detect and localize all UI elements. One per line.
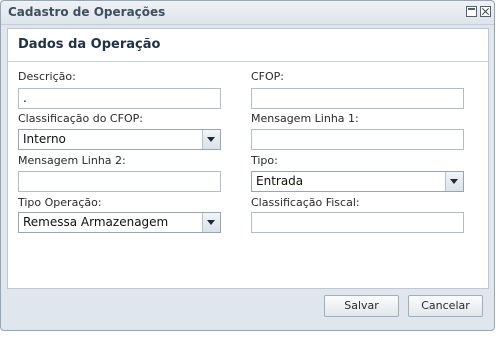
cfop-label: CFOP: <box>251 70 285 83</box>
classificacao-cfop-select[interactable]: Interno <box>18 129 221 150</box>
tipo-operacao-select[interactable]: Remessa Armazenagem <box>18 212 221 233</box>
section-divider <box>8 61 488 62</box>
classificacao-fiscal-label: Classificação Fiscal: <box>251 196 360 209</box>
classificacao-cfop-value: Interno <box>23 132 66 146</box>
descricao-input[interactable]: . <box>18 88 221 109</box>
operations-dialog: Cadastro de Operações Dados da Operação … <box>0 0 495 331</box>
classificacao-cfop-label: Classificação do CFOP: <box>18 112 143 125</box>
tipo-operacao-label: Tipo Operação: <box>18 196 102 209</box>
close-icon[interactable] <box>480 6 491 17</box>
mensagem-linha-2-input[interactable] <box>18 171 221 192</box>
tipo-operacao-value: Remessa Armazenagem <box>23 215 169 229</box>
tipo-value: Entrada <box>256 174 304 188</box>
mensagem-linha-1-label: Mensagem Linha 1: <box>251 112 359 125</box>
mensagem-linha-2-label: Mensagem Linha 2: <box>18 154 126 167</box>
chevron-down-icon[interactable] <box>202 130 220 149</box>
chevron-down-icon[interactable] <box>445 172 463 191</box>
save-button[interactable]: Salvar <box>324 295 399 317</box>
tipo-select[interactable]: Entrada <box>251 171 464 192</box>
tipo-label: Tipo: <box>251 154 278 167</box>
mensagem-linha-1-input[interactable] <box>251 129 464 150</box>
cfop-input[interactable] <box>251 88 464 109</box>
cancel-button[interactable]: Cancelar <box>408 295 483 317</box>
section-title: Dados da Operação <box>18 37 161 52</box>
dialog-footer: Salvar Cancelar <box>1 291 494 331</box>
classificacao-fiscal-input[interactable] <box>251 212 464 233</box>
descricao-label: Descrição: <box>18 70 76 83</box>
form-panel: Dados da Operação Descrição: . CFOP: Cla… <box>7 28 489 289</box>
chevron-down-icon[interactable] <box>202 213 220 232</box>
dialog-titlebar[interactable]: Cadastro de Operações <box>1 1 494 25</box>
maximize-icon[interactable] <box>466 6 477 17</box>
dialog-title: Cadastro de Operações <box>8 5 166 19</box>
